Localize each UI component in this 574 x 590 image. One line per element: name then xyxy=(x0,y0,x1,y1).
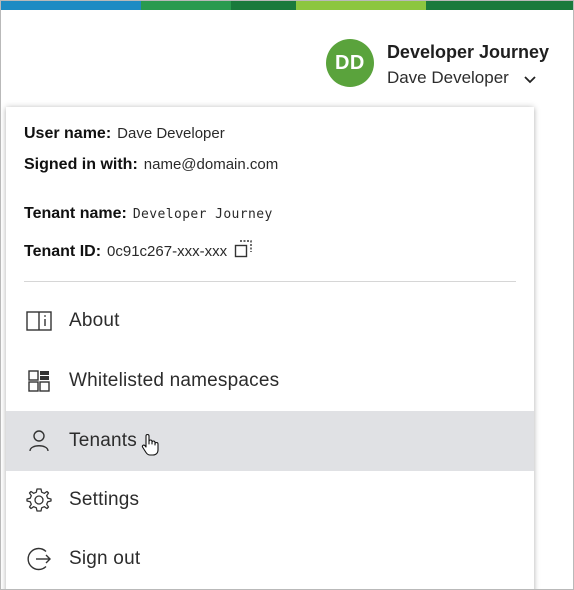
user-name-row: User name: Dave Developer xyxy=(24,125,278,156)
menu-item-sign-out[interactable]: Sign out xyxy=(6,529,534,589)
menu-item-label: Tenants xyxy=(69,430,137,451)
gear-icon xyxy=(26,487,52,513)
namespace-grid-icon xyxy=(26,368,52,394)
menu-item-tenants[interactable]: Tenants xyxy=(6,411,534,471)
account-info: User name: Dave Developer Signed in with… xyxy=(24,125,278,267)
brand-color-strip xyxy=(1,1,573,10)
user-menu-list: About Whitelisted namespaces Tenants Set… xyxy=(6,291,534,589)
header-user-name: Dave Developer xyxy=(386,68,509,87)
tenant-id-row: Tenant ID: 0c91c267-xxx-xxx xyxy=(24,236,278,267)
menu-item-about[interactable]: About xyxy=(6,291,534,351)
user-name-label: User name: xyxy=(24,125,112,142)
tenant-id-value: 0c91c267-xxx-xxx xyxy=(107,243,228,260)
tenant-name-row: Tenant name: Developer Journey xyxy=(24,205,278,236)
tenant-name-value: Developer Journey xyxy=(132,207,273,222)
hand-pointer-cursor-icon xyxy=(141,434,159,456)
app-frame: DD Developer Journey Dave Developer User… xyxy=(0,0,574,590)
sign-out-icon xyxy=(26,546,52,572)
signed-in-row: Signed in with: name@domain.com xyxy=(24,156,278,187)
menu-item-label: Settings xyxy=(69,489,140,510)
menu-item-label: Sign out xyxy=(69,548,141,569)
user-name-value: Dave Developer xyxy=(117,125,225,142)
divider xyxy=(24,281,516,282)
menu-item-label: Whitelisted namespaces xyxy=(69,370,280,391)
avatar[interactable]: DD xyxy=(325,39,374,87)
signed-in-label: Signed in with: xyxy=(24,156,138,173)
user-dropdown-panel: User name: Dave Developer Signed in with… xyxy=(6,107,534,589)
menu-item-whitelisted-namespaces[interactable]: Whitelisted namespaces xyxy=(6,351,534,411)
person-icon xyxy=(26,428,52,454)
signed-in-value: name@domain.com xyxy=(143,156,279,173)
chevron-down-icon[interactable] xyxy=(523,75,537,85)
menu-item-settings[interactable]: Settings xyxy=(6,471,534,529)
copy-icon[interactable] xyxy=(233,239,253,259)
user-menu-header[interactable]: DD Developer Journey Dave Developer xyxy=(325,39,549,91)
tenant-name-label: Tenant name: xyxy=(24,205,127,222)
header-tenant-name: Developer Journey xyxy=(386,42,549,62)
tenant-id-label: Tenant ID: xyxy=(24,243,102,260)
menu-item-label: About xyxy=(69,310,120,331)
book-info-icon xyxy=(26,308,52,334)
